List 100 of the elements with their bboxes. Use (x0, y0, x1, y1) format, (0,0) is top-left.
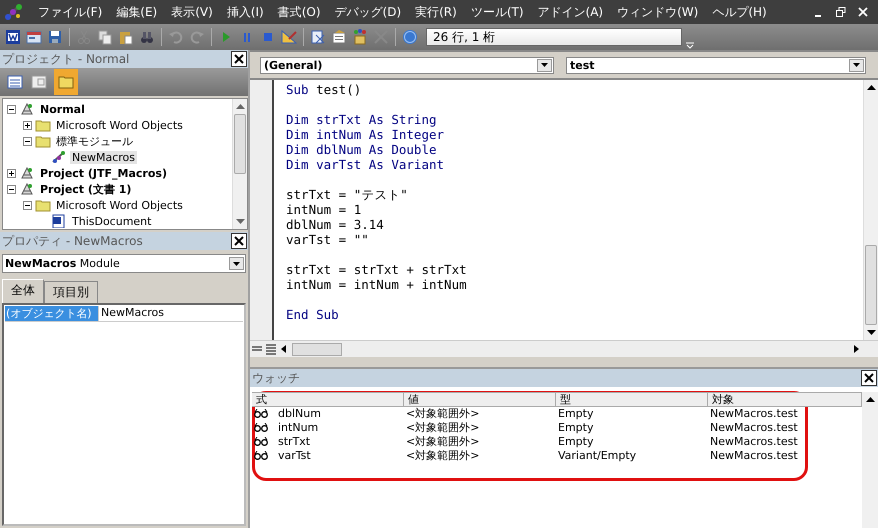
scroll-thumb[interactable] (292, 342, 342, 356)
table-cell-text: NewMacros.test (709, 449, 799, 462)
menu-item[interactable]: 表示(V) (165, 2, 219, 22)
scrollbar[interactable] (863, 80, 878, 340)
scroll-up-icon[interactable] (866, 83, 876, 92)
code-line: dblNum = 3.14 (286, 217, 384, 232)
code-line: Dim intNum As Integer (286, 127, 444, 142)
app-icon (4, 3, 24, 21)
toolbox-icon[interactable] (351, 28, 369, 46)
collapse-icon[interactable] (23, 136, 32, 146)
table-cell-text: Empty (557, 435, 594, 448)
table-cell-text: NewMacros.test (709, 421, 799, 434)
code-line: Dim strTxt As String (286, 112, 437, 127)
collapse-icon[interactable] (7, 184, 16, 194)
collapse-icon[interactable] (23, 200, 32, 210)
table-cell-text: <対象範囲外> (405, 434, 480, 449)
help-icon[interactable] (401, 28, 419, 46)
tree-item[interactable]: Project (JTF_Macros) (38, 166, 169, 180)
expand-icon[interactable] (23, 120, 32, 130)
view-code-icon[interactable] (6, 73, 24, 91)
folder-icon[interactable] (57, 75, 75, 89)
code-line: Dim varTst As Variant (286, 157, 444, 172)
column-header[interactable]: 値 (404, 392, 556, 407)
code-line: Dim dblNum As Double (286, 142, 437, 157)
table-cell: intNum (278, 421, 318, 434)
tab[interactable]: 全体 (2, 279, 44, 303)
column-header[interactable]: 型 (556, 392, 708, 407)
scroll-thumb[interactable] (234, 114, 246, 174)
save-icon[interactable] (46, 28, 64, 46)
panel-title: ウォッチ (252, 370, 300, 386)
glasses-icon (254, 423, 268, 432)
scroll-down-icon[interactable] (866, 328, 876, 337)
word-icon[interactable] (4, 28, 22, 46)
code-line: intNum = 1 (286, 202, 362, 217)
menu-item[interactable]: ウィンドウ(W) (611, 2, 704, 22)
code-line: strTxt = "テスト" (286, 187, 408, 202)
panel-title: プロパティ - NewMacros (2, 232, 143, 250)
code-line: strTxt = strTxt + strTxt (286, 262, 467, 277)
menu-item[interactable]: 書式(O) (272, 2, 327, 22)
object-dropdown[interactable]: (General) (260, 56, 554, 74)
tree-item[interactable]: ThisDocument (70, 214, 154, 228)
table-cell-text: <対象範囲外> (405, 420, 480, 435)
expand-icon[interactable] (7, 168, 16, 178)
table-cell-text: <対象範囲外> (405, 406, 480, 421)
menu-item[interactable]: ヘルプ(H) (706, 2, 773, 22)
tree-item[interactable]: NewMacros (70, 150, 138, 164)
table-cell-text: Empty (557, 407, 594, 420)
tree-item[interactable]: Microsoft Word Objects (54, 198, 185, 212)
scroll-thumb[interactable] (865, 245, 877, 325)
menu-item[interactable]: デバッグ(D) (328, 2, 408, 22)
menu-item[interactable]: ファイル(F) (32, 2, 108, 22)
table-cell: strTxt (278, 435, 310, 448)
copy-icon[interactable] (96, 28, 114, 46)
close-button[interactable] (231, 233, 247, 249)
menu-item[interactable]: アドイン(A) (532, 2, 610, 22)
module-view-icon[interactable] (264, 342, 278, 356)
menu-item[interactable]: 編集(E) (110, 2, 164, 22)
ruler-pencil-icon[interactable] (280, 28, 298, 46)
module-icon (51, 150, 67, 164)
table-cell: varTst (278, 449, 311, 462)
cursor-position-field: 26 行, 1 桁 (426, 28, 682, 46)
menu-item[interactable]: ツール(T) (464, 2, 530, 22)
glasses-icon (254, 409, 268, 418)
toolbar-options-icon[interactable] (685, 40, 695, 50)
column-header[interactable]: 対象 (708, 392, 862, 407)
toggle-folders-button[interactable] (54, 69, 78, 95)
project-icon (19, 182, 35, 196)
folder-icon (35, 198, 51, 212)
restore-icon[interactable] (836, 7, 846, 17)
tree-item[interactable]: 標準モジュール (54, 134, 135, 148)
close-button[interactable] (861, 370, 877, 386)
code-line: varTst = "" (286, 232, 369, 247)
explorer-icon[interactable] (309, 28, 327, 46)
collapse-icon[interactable] (7, 104, 16, 114)
column-header[interactable]: 式 (252, 392, 404, 407)
table-cell-text: Empty (557, 421, 594, 434)
tree-item[interactable]: Microsoft Word Objects (54, 118, 185, 132)
panel-title: プロジェクト - Normal (2, 50, 130, 68)
scrollbar[interactable] (862, 392, 878, 528)
view-object-icon[interactable] (30, 73, 48, 91)
table-cell-text: NewMacros.test (709, 435, 799, 448)
scroll-up-icon[interactable] (866, 395, 874, 404)
close-button[interactable] (231, 51, 247, 67)
close-icon[interactable] (858, 7, 868, 17)
glasses-icon (254, 437, 268, 446)
tree-item[interactable]: Project (文書 1) (38, 182, 134, 196)
folder-icon (35, 134, 51, 148)
menu-item[interactable]: 実行(R) (409, 2, 463, 22)
object-dropdown[interactable]: NewMacros Module (2, 254, 246, 273)
glasses-icon (254, 451, 268, 460)
menu-item[interactable]: 挿入(I) (220, 2, 270, 22)
tab[interactable]: 項目別 (44, 281, 98, 303)
project-icon (19, 166, 35, 180)
scrollbar[interactable] (232, 99, 247, 229)
property-value[interactable]: NewMacros (99, 306, 164, 321)
tree-item[interactable]: Normal (38, 102, 87, 116)
table-cell: dblNum (278, 407, 321, 420)
project-icon (19, 102, 35, 116)
procedure-dropdown[interactable]: test (566, 56, 866, 74)
table-cell-text: <対象範囲外> (405, 448, 480, 463)
